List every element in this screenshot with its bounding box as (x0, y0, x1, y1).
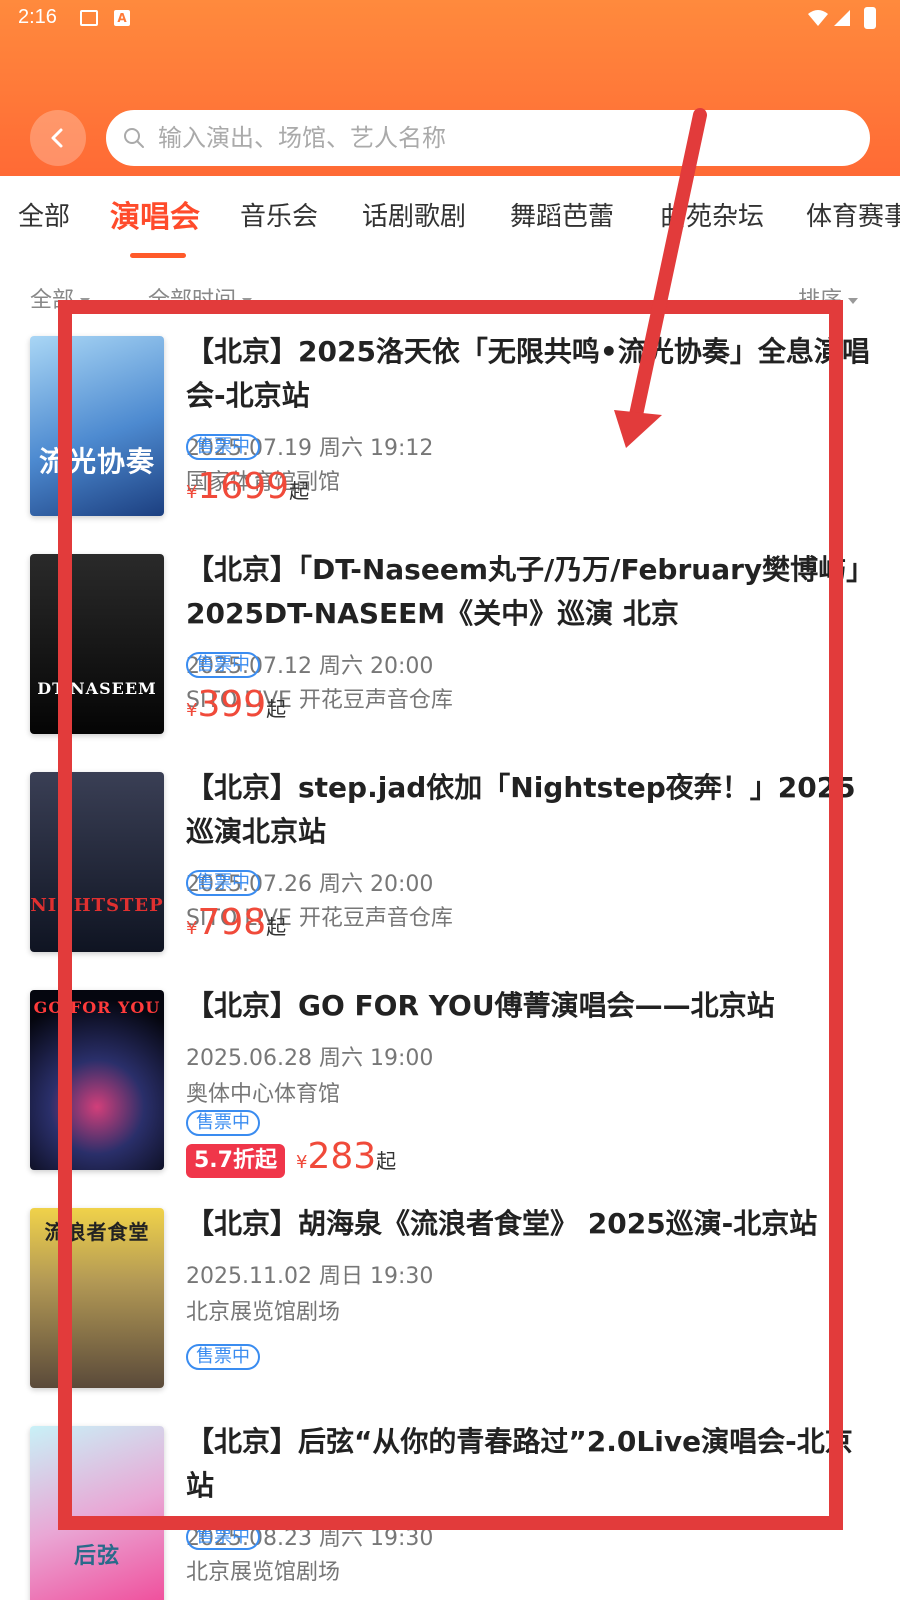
caret-down-icon (242, 298, 253, 304)
status-badge: 售票中 (186, 870, 260, 896)
list-item[interactable]: 后弦 【北京】后弦“从你的青春路过”2.0Live演唱会-北京站 2025.08… (0, 1420, 900, 1600)
list-item[interactable]: 流浪者食堂 【北京】胡海泉《流浪者食堂》 2025巡演-北京站 2025.11.… (0, 1202, 900, 1402)
status-badge: 售票中 (186, 652, 260, 678)
poster-text: 后弦 (73, 1543, 120, 1569)
poster-image: 流浪者食堂 (30, 1208, 164, 1388)
poster-text: 流光协奏 (38, 445, 155, 478)
poster-image: DT-NASEEM (30, 554, 164, 734)
currency-symbol: ¥ (186, 918, 198, 939)
show-title: 【北京】step.jad依加「Nightstep夜奔！」2025巡演北京站 (186, 771, 856, 848)
poster-image: 后弦 (30, 1426, 164, 1600)
gallery-icon (80, 10, 98, 26)
category-tabs: 全部 演唱会 音乐会 话剧歌剧 舞蹈芭蕾 曲苑杂坛 体育赛事 (0, 176, 900, 260)
tab-dance-ballet[interactable]: 舞蹈芭蕾 (510, 196, 614, 233)
sort-filter[interactable]: 排序 (798, 282, 859, 314)
poster-image: 流光协奏 (30, 336, 164, 516)
currency-symbol: ¥ (186, 482, 198, 503)
price-amount: 798 (197, 902, 267, 943)
tab-all[interactable]: 全部 (18, 196, 70, 233)
price-amount: 283 (307, 1136, 377, 1177)
battery-icon (864, 7, 876, 29)
currency-symbol: ¥ (296, 1152, 308, 1173)
tab-drama-opera[interactable]: 话剧歌剧 (362, 196, 466, 233)
price: ¥1699起 (186, 466, 309, 507)
status-badge: 售票中 (186, 1344, 260, 1370)
time-filter[interactable]: 全部时间 (148, 282, 253, 314)
category-filter[interactable]: 全部 (30, 282, 91, 314)
signal-icon (834, 10, 850, 26)
show-title: 【北京】胡海泉《流浪者食堂》 2025巡演-北京站 (186, 1207, 818, 1240)
show-venue: 北京展览馆剧场 (186, 1560, 341, 1585)
caret-down-icon (848, 298, 859, 304)
status-time: 2:16 (18, 6, 57, 28)
list-item[interactable]: DT-NASEEM 【北京】「DT-Naseem丸子/乃万/February樊博… (0, 548, 900, 748)
discount-badge: 5.7折起 (186, 1144, 285, 1178)
poster-image: NIGHTSTEP (30, 772, 164, 952)
price-suffix: 起 (289, 479, 310, 503)
category-filter-label: 全部 (30, 288, 75, 313)
status-badge: 售票中 (186, 1524, 260, 1550)
price-suffix: 起 (266, 915, 287, 939)
sort-filter-label: 排序 (798, 288, 843, 313)
list-item[interactable]: NIGHTSTEP 【北京】step.jad依加「Nightstep夜奔！」20… (0, 766, 900, 966)
back-button[interactable] (30, 110, 86, 166)
show-venue: 北京展览馆剧场 (186, 1300, 341, 1325)
poster-image: GO FOR YOU (30, 990, 164, 1170)
price-amount: 399 (197, 684, 267, 725)
currency-symbol: ¥ (186, 700, 198, 721)
tab-sports[interactable]: 体育赛事 (806, 196, 900, 233)
show-title: 【北京】后弦“从你的青春路过”2.0Live演唱会-北京站 (186, 1425, 853, 1502)
price-amount: 1699 (197, 466, 290, 507)
search-bar[interactable] (106, 110, 870, 166)
poster-text: NIGHTSTEP (30, 895, 164, 916)
search-input[interactable] (158, 124, 870, 152)
show-title: 【北京】「DT-Naseem丸子/乃万/February樊博屿」2025DT-N… (186, 553, 875, 630)
show-title: 【北京】2025洛天依「无限共鸣•流光协奏」全息演唱会-北京站 (186, 335, 870, 412)
show-date: 2025.11.02 周日 19:30 (186, 1264, 434, 1289)
search-icon (124, 128, 144, 148)
active-tab-indicator (130, 253, 186, 258)
list-item[interactable]: 流光协奏 【北京】2025洛天依「无限共鸣•流光协奏」全息演唱会-北京站 202… (0, 330, 900, 530)
show-title: 【北京】GO FOR YOU傅菁演唱会——北京站 (186, 989, 775, 1022)
header: 2:16 A (0, 0, 900, 176)
list-item[interactable]: GO FOR YOU 【北京】GO FOR YOU傅菁演唱会——北京站 2025… (0, 984, 900, 1184)
wifi-icon (808, 10, 828, 26)
status-bar: 2:16 A (0, 0, 900, 40)
tab-concert[interactable]: 演唱会 (110, 192, 200, 236)
chevron-left-icon (51, 128, 63, 148)
a-app-icon: A (114, 10, 130, 26)
poster-text: GO FOR YOU (33, 998, 161, 1017)
poster-text: DT-NASEEM (37, 679, 157, 698)
price: ¥798起 (186, 902, 286, 943)
tab-music[interactable]: 音乐会 (240, 196, 318, 233)
filter-bar: 全部 全部时间 排序 (0, 270, 900, 320)
price: ¥399起 (186, 684, 286, 725)
poster-text: 流浪者食堂 (44, 1220, 150, 1244)
price-suffix: 起 (376, 1149, 397, 1173)
status-badge: 售票中 (186, 1110, 260, 1136)
time-filter-label: 全部时间 (148, 288, 237, 313)
price-suffix: 起 (266, 697, 287, 721)
status-badge: 售票中 (186, 434, 260, 460)
show-date: 2025.06.28 周六 19:00 (186, 1046, 434, 1071)
show-venue: 奥体中心体育馆 (186, 1082, 341, 1107)
caret-down-icon (80, 298, 91, 304)
price: ¥283起 (296, 1136, 396, 1177)
tab-folk-arts[interactable]: 曲苑杂坛 (660, 196, 764, 233)
